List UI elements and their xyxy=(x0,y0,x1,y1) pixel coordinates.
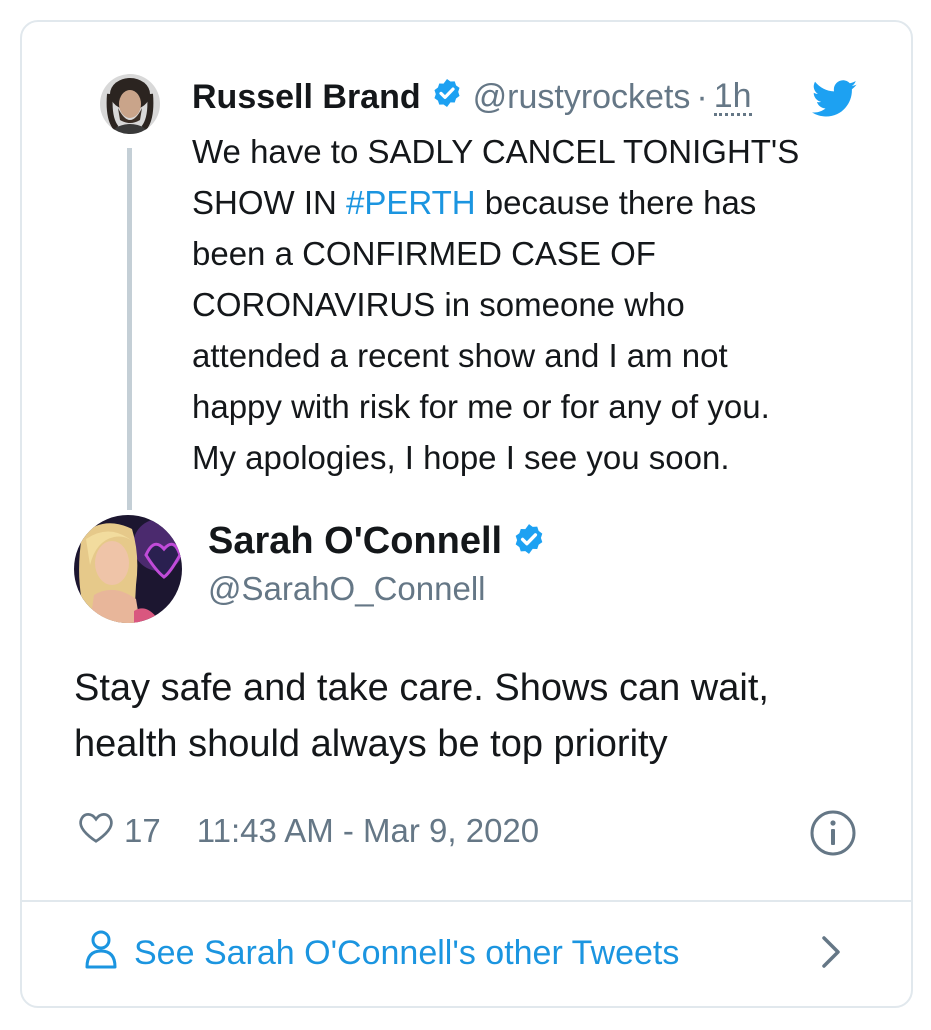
chevron-right-icon[interactable] xyxy=(818,932,844,977)
quoted-text-segment: because there has xyxy=(475,184,757,221)
quoted-text-segment: CORONAVIRUS in someone who xyxy=(192,286,685,323)
quoted-text-segment: My apologies, I hope I see you soon. xyxy=(192,439,730,476)
tweet-author-handle[interactable]: @SarahO_Connell xyxy=(208,570,486,608)
quoted-line-5: attended a recent show and I am not xyxy=(192,330,852,381)
header-separator: · xyxy=(696,77,708,116)
quoted-line-2: SHOW IN #PERTH because there has xyxy=(192,177,852,228)
twitter-bird-icon[interactable] xyxy=(811,80,858,123)
tweet-text: Stay safe and take care. Shows can wait,… xyxy=(74,660,874,772)
tweet-text-line-2: health should always be top priority xyxy=(74,723,668,765)
hashtag-perth-link[interactable]: #PERTH xyxy=(346,184,476,221)
person-icon xyxy=(84,929,118,978)
quoted-line-3: been a CONFIRMED CASE OF xyxy=(192,228,852,279)
quoted-text-segment: attended a recent show and I am not xyxy=(192,337,728,374)
quoted-text-segment: been a CONFIRMED CASE OF xyxy=(192,235,656,272)
verified-badge-icon xyxy=(431,77,463,118)
quoted-tweet-header: Russell Brand @rustyrockets · 1h xyxy=(192,76,752,118)
quoted-text-segment: SHOW IN xyxy=(192,184,346,221)
quoted-line-7: My apologies, I hope I see you soon. xyxy=(192,432,852,483)
quoted-line-6: happy with risk for me or for any of you… xyxy=(192,381,852,432)
quoted-line-4: CORONAVIRUS in someone who xyxy=(192,279,852,330)
heart-icon[interactable] xyxy=(78,810,114,852)
quoted-tweet-text: We have to SADLY CANCEL TONIGHT'S SHOW I… xyxy=(192,126,852,483)
tweet-text-line-1: Stay safe and take care. Shows can wait, xyxy=(74,667,769,709)
tweet-timestamp[interactable]: 11:43 AM - Mar 9, 2020 xyxy=(197,812,539,850)
quoted-tweet-time[interactable]: 1h xyxy=(713,79,752,116)
tweet-author-row: Sarah O'Connell xyxy=(208,518,556,564)
sarah-oconnell-avatar[interactable] xyxy=(74,515,182,623)
see-other-tweets-link[interactable]: See Sarah O'Connell's other Tweets xyxy=(84,928,679,978)
verified-badge-icon xyxy=(512,522,546,561)
quoted-author-name[interactable]: Russell Brand xyxy=(192,78,421,117)
tweet-author-name[interactable]: Sarah O'Connell xyxy=(208,520,502,563)
like-count[interactable]: 17 xyxy=(124,812,161,850)
info-icon[interactable] xyxy=(808,808,858,863)
tweet-meta-row: 17 11:43 AM - Mar 9, 2020 xyxy=(78,808,868,854)
footer-divider xyxy=(20,900,913,902)
see-other-tweets-label[interactable]: See Sarah O'Connell's other Tweets xyxy=(134,934,679,973)
quoted-author-handle[interactable]: @rustyrockets xyxy=(473,78,691,117)
thread-connector-line xyxy=(127,148,132,510)
quoted-line-1: We have to SADLY CANCEL TONIGHT'S xyxy=(192,126,852,177)
quoted-text-segment: happy with risk for me or for any of you… xyxy=(192,388,770,425)
quoted-text-segment: We have to SADLY CANCEL TONIGHT'S xyxy=(192,133,800,170)
russell-brand-avatar[interactable] xyxy=(100,74,160,134)
